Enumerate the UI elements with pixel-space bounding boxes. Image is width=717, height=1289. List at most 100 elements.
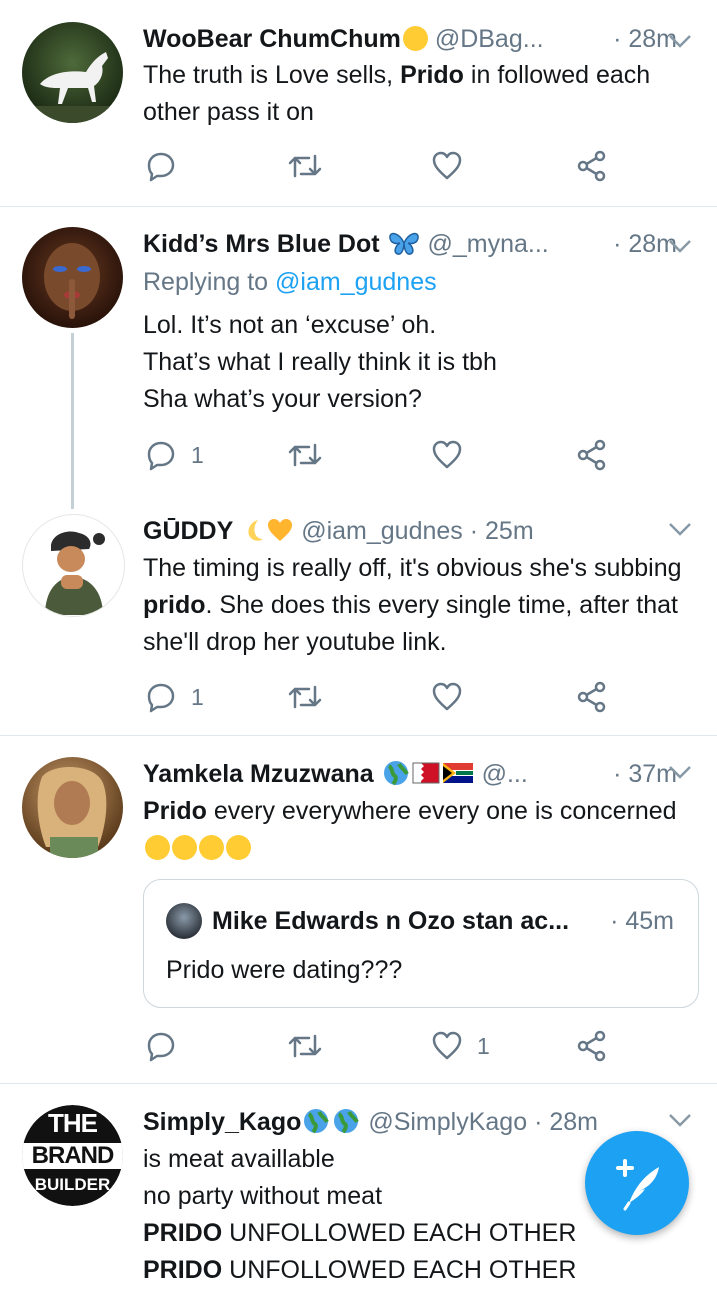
yellow-heart-emoji-icon	[268, 519, 293, 541]
like-icon	[432, 682, 462, 711]
quoted-avatar[interactable]	[166, 903, 202, 939]
user-handle[interactable]: @...	[482, 760, 528, 788]
retweet-icon	[288, 443, 322, 467]
share-button[interactable]	[576, 438, 608, 472]
south-africa-flag-emoji-icon	[442, 763, 473, 783]
tweet-header: WooBear ChumChum @DBag... · 28m	[143, 21, 677, 57]
chevron-down-icon[interactable]	[667, 755, 693, 791]
like-button[interactable]: 1	[431, 1029, 490, 1063]
avatar-horse-image	[22, 52, 123, 123]
reply-button[interactable]: 1	[145, 438, 204, 472]
display-name[interactable]: Yamkela Mzuzwana	[143, 760, 374, 788]
replying-to: Replying to @iam_gudnes	[143, 268, 437, 296]
tears-of-joy-emoji-icon	[172, 835, 197, 860]
retweet-button[interactable]	[287, 438, 323, 472]
like-icon	[432, 151, 462, 180]
share-icon	[577, 439, 606, 471]
avatar[interactable]	[22, 22, 123, 123]
avatar[interactable]	[22, 227, 123, 328]
globe-emoji-icon	[334, 1109, 360, 1134]
avatar[interactable]	[22, 514, 125, 617]
display-name[interactable]: WooBear ChumChum	[143, 25, 401, 53]
like-button[interactable]	[431, 438, 463, 472]
reply-icon	[147, 441, 175, 471]
tears-of-joy-emoji-icon	[199, 835, 224, 860]
tweet-text-line: Lol. It’s not an ‘excuse’ oh.	[143, 311, 437, 339]
share-icon	[577, 681, 606, 713]
reply-icon	[147, 683, 175, 713]
retweet-icon	[288, 685, 322, 709]
tweet-text: The timing is really off, it's obvious s…	[143, 554, 682, 656]
tears-of-joy-emoji-icon	[145, 835, 170, 860]
retweet-button[interactable]	[287, 680, 323, 714]
like-count: 1	[477, 1032, 490, 1059]
globe-emoji-icon	[383, 761, 409, 786]
user-handle[interactable]: @DBag...	[435, 25, 544, 53]
retweet-icon	[288, 154, 322, 178]
avatar-logo-line: BRAND	[22, 1143, 123, 1169]
tweet-header: Kidd’s Mrs Blue Dot @_myna... · 28m	[143, 226, 677, 262]
like-button[interactable]	[431, 680, 463, 714]
share-button[interactable]	[576, 149, 608, 183]
thread-line	[71, 333, 74, 509]
like-button[interactable]	[431, 149, 463, 183]
tweet-text: The truth is Love sells, Prido in follow…	[143, 61, 651, 126]
display-name[interactable]: GŪDDY	[143, 517, 233, 545]
share-button[interactable]	[576, 1029, 608, 1063]
avatar-logo-line: BUILDER	[34, 1175, 111, 1194]
avatar[interactable]: THE BRAND BUILDER	[22, 1105, 123, 1206]
share-icon	[577, 1030, 606, 1062]
avatar[interactable]	[22, 757, 123, 858]
reply-icon	[147, 152, 175, 182]
user-handle[interactable]: @_myna...	[428, 230, 549, 258]
tweet-text-line: Sha what’s your version?	[143, 385, 422, 413]
chevron-down-icon[interactable]	[667, 24, 693, 60]
quoted-text: Prido were dating???	[166, 956, 403, 984]
bahrain-flag-emoji-icon	[412, 762, 440, 784]
quoted-display-name[interactable]: Mike Edwards n Ozo stan ac...	[212, 907, 569, 935]
tweet-divider	[0, 206, 717, 207]
retweet-button[interactable]	[287, 1029, 323, 1063]
reply-button[interactable]	[145, 1029, 177, 1063]
avatar-cartoon-image	[45, 531, 105, 615]
globe-emoji-icon	[304, 1109, 330, 1134]
chevron-down-icon[interactable]	[667, 229, 693, 265]
tweet-text-line: PRIDO UNFOLLOWED EACH OTHER	[143, 1256, 577, 1284]
quoted-tweet[interactable]: Mike Edwards n Ozo stan ac... · 45m Prid…	[143, 879, 699, 1008]
user-handle[interactable]: @iam_gudnes	[301, 517, 463, 545]
reply-count: 1	[191, 683, 204, 710]
display-name[interactable]: Kidd’s Mrs Blue Dot	[143, 230, 380, 258]
user-handle[interactable]: @SimplyKago	[368, 1108, 527, 1136]
avatar-portrait-image	[44, 243, 100, 319]
reply-button[interactable]: 1	[145, 680, 204, 714]
display-name[interactable]: Simply_Kago	[143, 1108, 301, 1136]
mention-link[interactable]: @iam_gudnes	[275, 268, 437, 296]
chevron-down-icon[interactable]	[667, 512, 693, 548]
tweet-divider	[0, 1083, 717, 1084]
reply-button[interactable]	[145, 149, 177, 183]
reply-count: 1	[191, 441, 204, 468]
tweet-text-line: That’s what I really think it is tbh	[143, 348, 497, 376]
tears-of-joy-emoji-icon	[226, 835, 251, 860]
tweet-header: GŪDDY @iam_gudnes · 25m	[143, 513, 677, 549]
tweet-text: Prido every everywhere every one is conc…	[143, 793, 697, 867]
share-icon	[577, 150, 606, 182]
butterfly-emoji-icon	[388, 232, 419, 255]
like-icon	[432, 1031, 462, 1060]
winking-tongue-emoji-icon	[402, 26, 428, 51]
retweet-icon	[288, 1034, 322, 1058]
quoted-header: Mike Edwards n Ozo stan ac... · 45m	[212, 903, 674, 939]
timestamp[interactable]: · 25m	[470, 517, 534, 545]
compose-tweet-button[interactable]	[585, 1131, 689, 1235]
like-icon	[432, 440, 462, 469]
compose-tweet-icon	[616, 1159, 659, 1211]
tweet-header: Yamkela Mzuzwana @... · 37m	[143, 756, 677, 792]
reply-icon	[147, 1032, 175, 1062]
tweet-divider	[0, 735, 717, 736]
avatar-logo-line: THE	[48, 1108, 98, 1138]
crescent-moon-emoji-icon	[248, 520, 264, 541]
avatar-portrait-image	[37, 766, 107, 858]
share-button[interactable]	[576, 680, 608, 714]
retweet-button[interactable]	[287, 149, 323, 183]
quoted-timestamp[interactable]: · 45m	[604, 903, 674, 939]
